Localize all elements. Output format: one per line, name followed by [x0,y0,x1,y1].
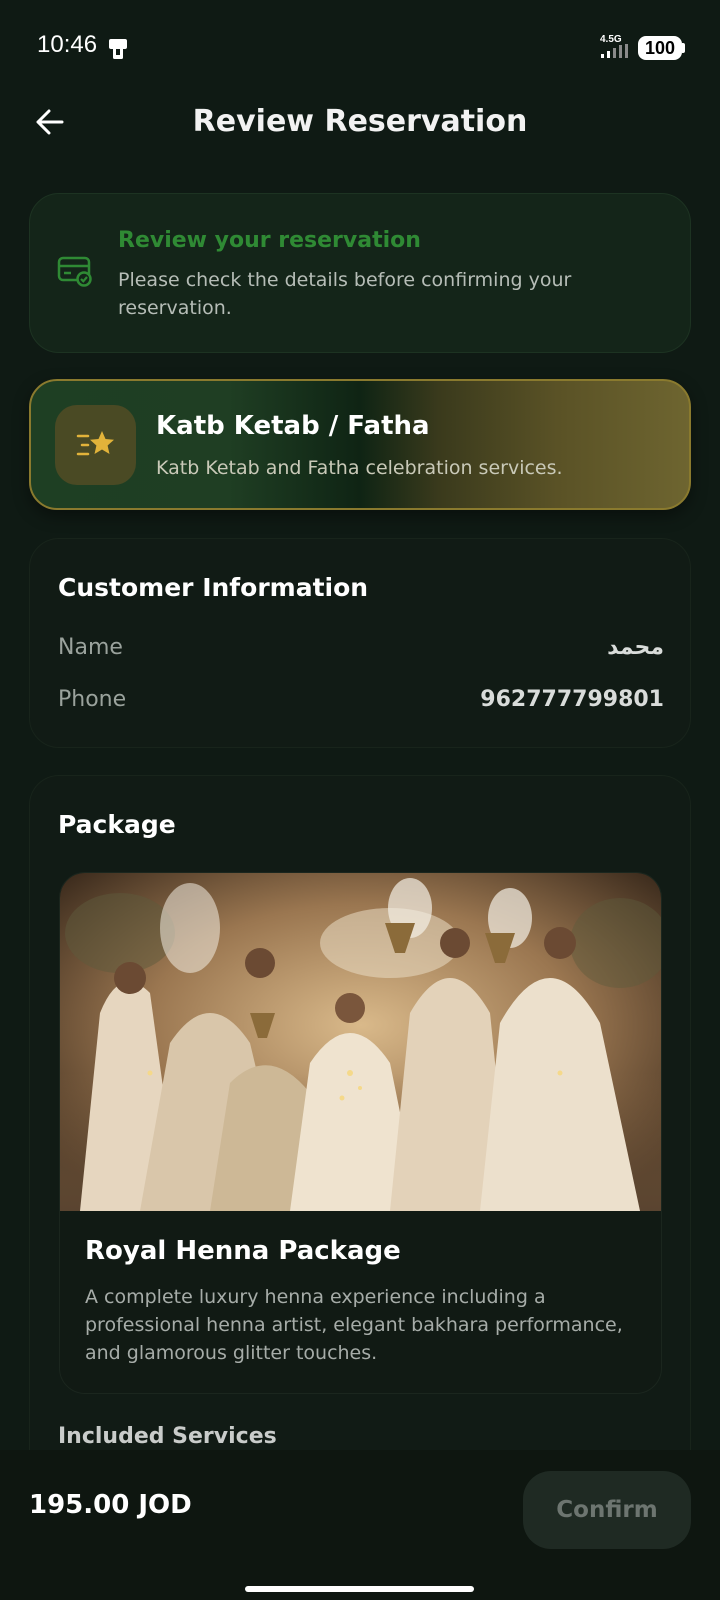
confirm-button[interactable]: Confirm [523,1471,691,1549]
sim-card-icon [109,39,127,59]
customer-info-card: Customer Information Name محمد Phone 962… [29,538,691,748]
name-value: محمد [607,635,664,660]
banner-title: Review your reservation [118,228,421,253]
category-title: Katb Ketab / Fatha [156,411,430,441]
package-description: A complete luxury henna experience inclu… [85,1286,623,1364]
phone-label: Phone [58,687,127,712]
total-price: 195.00 JOD [29,1490,192,1520]
battery-indicator: 100 [638,36,682,60]
banner-text: Please check the details before confirmi… [118,269,572,319]
package-section-title: Package [58,810,176,839]
package-card[interactable]: Royal Henna Package A complete luxury he… [59,872,662,1394]
bottom-action-bar: 195.00 JOD Confirm [0,1450,720,1600]
customer-name-row: Name محمد [58,635,664,660]
home-indicator[interactable] [245,1586,474,1592]
included-services-title: Included Services [58,1424,277,1449]
signal-strength-icon [601,44,628,58]
service-category-card[interactable]: Katb Ketab / Fatha Katb Ketab and Fatha … [29,379,691,510]
status-time: 10:46 [37,31,98,58]
review-info-banner: Review your reservation Please check the… [29,193,691,353]
status-bar: 10:46 4.5G 100 [0,0,720,94]
page-title: Review Reservation [192,104,528,139]
package-photo [60,873,661,1211]
customer-phone-row: Phone 962777799801 [58,687,664,712]
category-icon-box [55,405,136,485]
star-list-icon [76,431,114,456]
customer-section-title: Customer Information [58,573,369,602]
battery-tip [682,43,685,53]
card-check-icon [57,256,92,287]
package-section: Package Royal Henna Package A complete l… [29,775,691,1475]
package-name: Royal Henna Package [85,1236,401,1266]
phone-value: 962777799801 [480,687,664,712]
category-description: Katb Ketab and Fatha celebration service… [156,457,563,479]
name-label: Name [58,635,123,660]
